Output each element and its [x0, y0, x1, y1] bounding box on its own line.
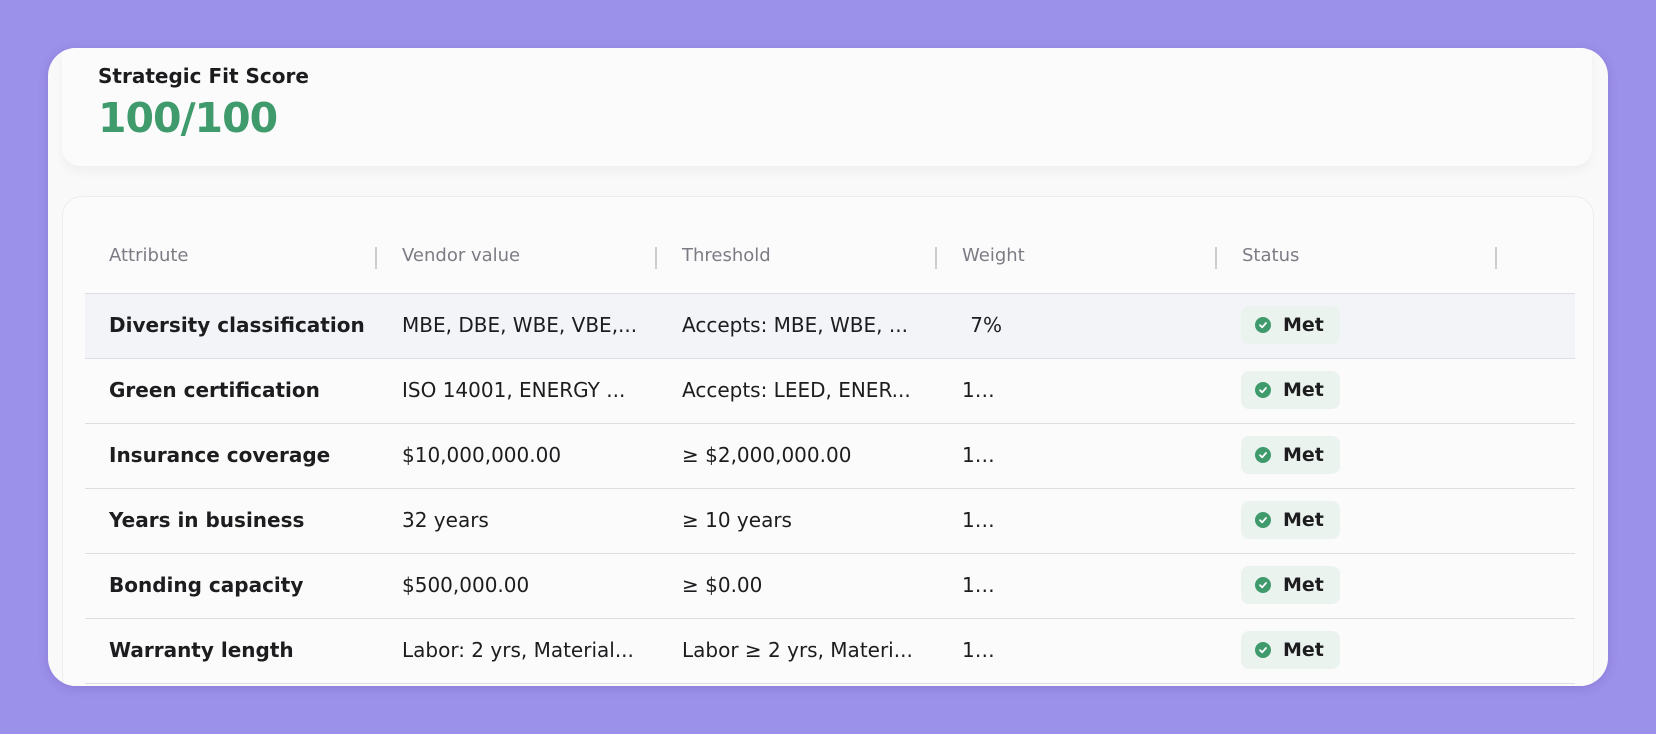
strategic-fit-card: Strategic Fit Score 100/100 Attribute Ve… [48, 48, 1608, 686]
vendor-value-cell: MBE, DBE, WBE, VBE,... [402, 313, 638, 337]
status-badge: Met [1241, 436, 1340, 474]
check-circle-icon [1255, 512, 1271, 528]
status-badge: Met [1241, 501, 1340, 539]
criteria-table: Attribute Vendor value Threshold Weight … [62, 196, 1594, 686]
vendor-value-cell: ISO 14001, ENERGY ... [402, 378, 626, 402]
column-header-attribute[interactable]: Attribute [109, 225, 188, 293]
score-panel: Strategic Fit Score 100/100 [62, 48, 1592, 166]
attribute-cell: Bonding capacity [109, 573, 304, 597]
table-row[interactable]: Years in business 32 years ≥ 10 years 17% Me… [85, 489, 1575, 554]
vendor-value-cell: $10,000,000.00 [402, 443, 562, 467]
check-circle-icon [1255, 317, 1271, 333]
threshold-cell: Labor ≥ 2 yrs, Materi... [682, 638, 913, 662]
status-label: Met [1283, 509, 1324, 531]
weight-cell: 16% [962, 573, 1002, 597]
status-label: Met [1283, 444, 1324, 466]
status-label: Met [1283, 379, 1324, 401]
check-circle-icon [1255, 577, 1271, 593]
vendor-value-cell: $500,000.00 [402, 573, 530, 597]
attribute-cell: Warranty length [109, 638, 294, 662]
status-label: Met [1283, 574, 1324, 596]
attribute-cell: Years in business [109, 508, 305, 532]
score-label: Strategic Fit Score [98, 64, 309, 88]
weight-cell: 16% [962, 638, 1002, 662]
column-resize-handle[interactable] [1215, 247, 1217, 269]
threshold-cell: Accepts: MBE, WBE, ... [682, 313, 908, 337]
status-badge: Met [1241, 631, 1340, 669]
attribute-cell: Green certification [109, 378, 320, 402]
column-header-weight[interactable]: Weight [962, 225, 1025, 293]
status-badge: Met [1241, 371, 1340, 409]
threshold-cell: ≥ 10 years [682, 508, 792, 532]
table-header: Attribute Vendor value Threshold Weight … [85, 225, 1575, 294]
score-value: 100/100 [98, 94, 278, 142]
column-header-threshold[interactable]: Threshold [682, 225, 771, 293]
check-circle-icon [1255, 447, 1271, 463]
vendor-value-cell: Labor: 2 yrs, Material... [402, 638, 634, 662]
column-header-status[interactable]: Status [1242, 225, 1299, 293]
column-resize-handle[interactable] [655, 247, 657, 269]
weight-cell: 17% [962, 378, 1002, 402]
attribute-cell: Insurance coverage [109, 443, 331, 467]
table-row[interactable]: Insurance coverage $10,000,000.00 ≥ $2,000… [85, 424, 1575, 489]
attribute-cell: Diversity classification [109, 313, 365, 337]
column-resize-handle[interactable] [1495, 247, 1497, 269]
table-row[interactable]: Warranty length Labor: 2 yrs, Material...… [85, 619, 1575, 684]
threshold-cell: Accepts: LEED, ENER... [682, 378, 911, 402]
table-row[interactable]: Diversity classification MBE, DBE, WBE, V… [85, 294, 1575, 359]
column-resize-handle[interactable] [935, 247, 937, 269]
status-label: Met [1283, 314, 1324, 336]
threshold-cell: ≥ $0.00 [682, 573, 763, 597]
column-resize-handle[interactable] [375, 247, 377, 269]
check-circle-icon [1255, 642, 1271, 658]
weight-cell: 17% [962, 508, 1002, 532]
status-badge: Met [1241, 306, 1340, 344]
vendor-value-cell: 32 years [402, 508, 489, 532]
status-badge: Met [1241, 566, 1340, 604]
status-label: Met [1283, 639, 1324, 661]
table-row[interactable]: Bonding capacity $500,000.00 ≥ $0.00 16% Met [85, 554, 1575, 619]
table-row[interactable]: Green certification ISO 14001, ENERGY ...… [85, 359, 1575, 424]
weight-cell: 17% [962, 443, 1002, 467]
check-circle-icon [1255, 382, 1271, 398]
threshold-cell: ≥ $2,000,000.00 [682, 443, 852, 467]
weight-cell: 7% [970, 313, 1002, 337]
column-header-vendor-value[interactable]: Vendor value [402, 225, 520, 293]
